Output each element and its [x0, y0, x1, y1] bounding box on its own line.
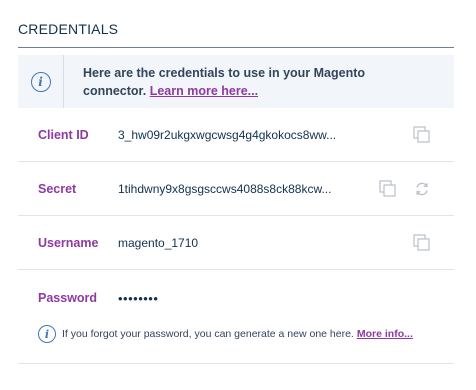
secret-label: Secret [38, 181, 77, 196]
client-id-value: 3_hw09r2ukgxwgcwsg4g4gkokocs8ww... [118, 127, 337, 142]
regenerate-icon[interactable] [414, 181, 430, 197]
password-hint: i If you forgot your password, you can g… [38, 325, 413, 343]
section-title: CREDENTIALS [18, 21, 119, 37]
notice-icon-cell: i [18, 55, 64, 108]
notice-text: Here are the credentials to use in your … [64, 64, 424, 100]
learn-more-link[interactable]: Learn more here... [150, 84, 258, 98]
client-id-row: Client ID 3_hw09r2ukgxwgcwsg4g4gkokocs8w… [18, 108, 454, 162]
password-label: Password [38, 291, 98, 305]
info-icon: i [38, 325, 56, 343]
info-notice: i Here are the credentials to use in you… [18, 55, 454, 108]
username-value: magento_1710 [118, 235, 199, 250]
password-row: Password •••••••• [18, 270, 454, 326]
title-divider [18, 47, 454, 48]
copy-icon[interactable] [379, 180, 396, 197]
hint-text: If you forgot your password, you can gen… [62, 328, 354, 340]
more-info-link[interactable]: More info... [357, 328, 413, 340]
password-value: •••••••• [118, 290, 159, 306]
username-label: Username [38, 235, 99, 250]
copy-icon[interactable] [413, 126, 430, 143]
bottom-divider [18, 363, 454, 364]
secret-row: Secret 1tihdwny9x8gsgsccws4088s8ck88kcw.… [18, 162, 454, 216]
copy-icon[interactable] [413, 234, 430, 251]
secret-value: 1tihdwny9x8gsgsccws4088s8ck88kcw... [118, 181, 332, 196]
username-row: Username magento_1710 [18, 216, 454, 270]
info-icon: i [30, 71, 51, 92]
client-id-label: Client ID [38, 127, 89, 142]
